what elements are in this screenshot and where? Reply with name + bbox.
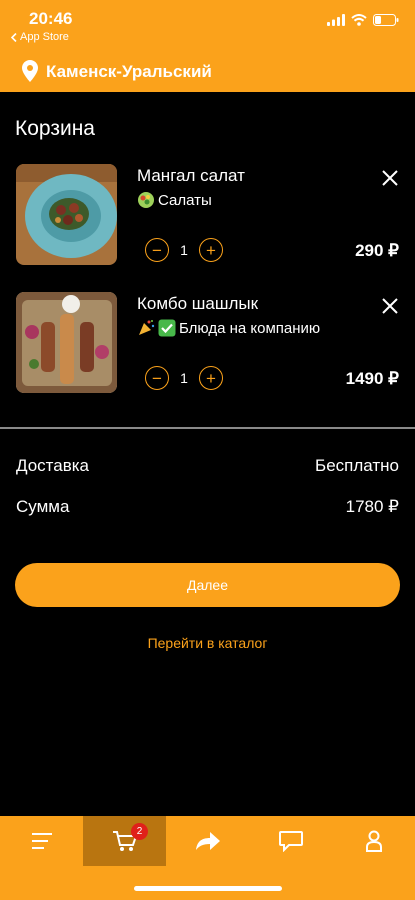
delivery-label: Доставка [16,456,90,475]
sum-label: Сумма [16,497,70,516]
share-icon [195,832,220,850]
battery-icon [373,14,399,26]
status-time: 20:46 [29,9,73,28]
city-name: Каменск-Уральский [46,62,212,81]
item-category-label: Салаты [158,191,212,209]
page-title: Корзина [15,117,95,140]
back-app-label: App Store [20,31,69,43]
tab-chat[interactable] [249,816,332,866]
cart-item: Комбо шашлык Блюда на компанию − 1 + 149… [0,292,415,402]
section-divider [0,427,415,429]
quantity-value: 1 [180,242,188,258]
city-bar[interactable]: Каменск-Уральский [0,50,415,92]
quantity-stepper: − 1 + [145,238,223,262]
item-category: Блюда на компанию [137,319,320,337]
wifi-icon [351,14,367,26]
chat-icon [278,831,303,852]
decrease-quantity-button[interactable]: − [145,238,169,262]
quantity-stepper: − 1 + [145,366,223,390]
next-button[interactable]: Далее [15,563,400,607]
profile-icon [365,830,382,852]
status-bar: 20:46 App Store [0,0,415,50]
tab-share[interactable] [166,816,249,866]
product-image-kebab[interactable] [16,292,117,393]
cart-item: Мангал салат Салаты − 1 + 290 ₽ [0,164,415,274]
salad-icon [138,192,154,208]
delivery-value: Бесплатно [315,456,399,475]
go-to-catalog-link[interactable]: Перейти в каталог [0,635,415,651]
home-indicator [134,886,282,891]
party-popper-icon [139,320,155,335]
tab-menu[interactable] [0,816,83,866]
increase-quantity-button[interactable]: + [199,366,223,390]
location-pin-icon [22,60,38,82]
cart-count-badge: 2 [131,823,148,840]
remove-item-close-icon[interactable] [380,296,400,316]
item-price: 1490 ₽ [345,369,399,388]
tab-cart[interactable]: 2 [83,816,166,866]
back-to-app-store[interactable]: App Store [11,31,69,43]
item-name: Мангал салат [137,166,245,185]
remove-item-close-icon[interactable] [380,168,400,188]
product-image-salad[interactable] [16,164,117,265]
status-icons [327,14,399,26]
check-mark-icon [158,319,176,337]
item-category: Салаты [137,191,212,209]
tab-profile[interactable] [332,816,415,866]
decrease-quantity-button[interactable]: − [145,366,169,390]
quantity-value: 1 [180,370,188,386]
item-name: Комбо шашлык [137,294,259,313]
item-price: 290 ₽ [355,241,399,260]
menu-icon [31,833,52,849]
item-category-label: Блюда на компанию [179,319,321,337]
signal-icon [327,14,345,26]
sum-value: 1780 ₽ [345,497,399,516]
back-chevron-icon [11,32,17,42]
increase-quantity-button[interactable]: + [199,238,223,262]
